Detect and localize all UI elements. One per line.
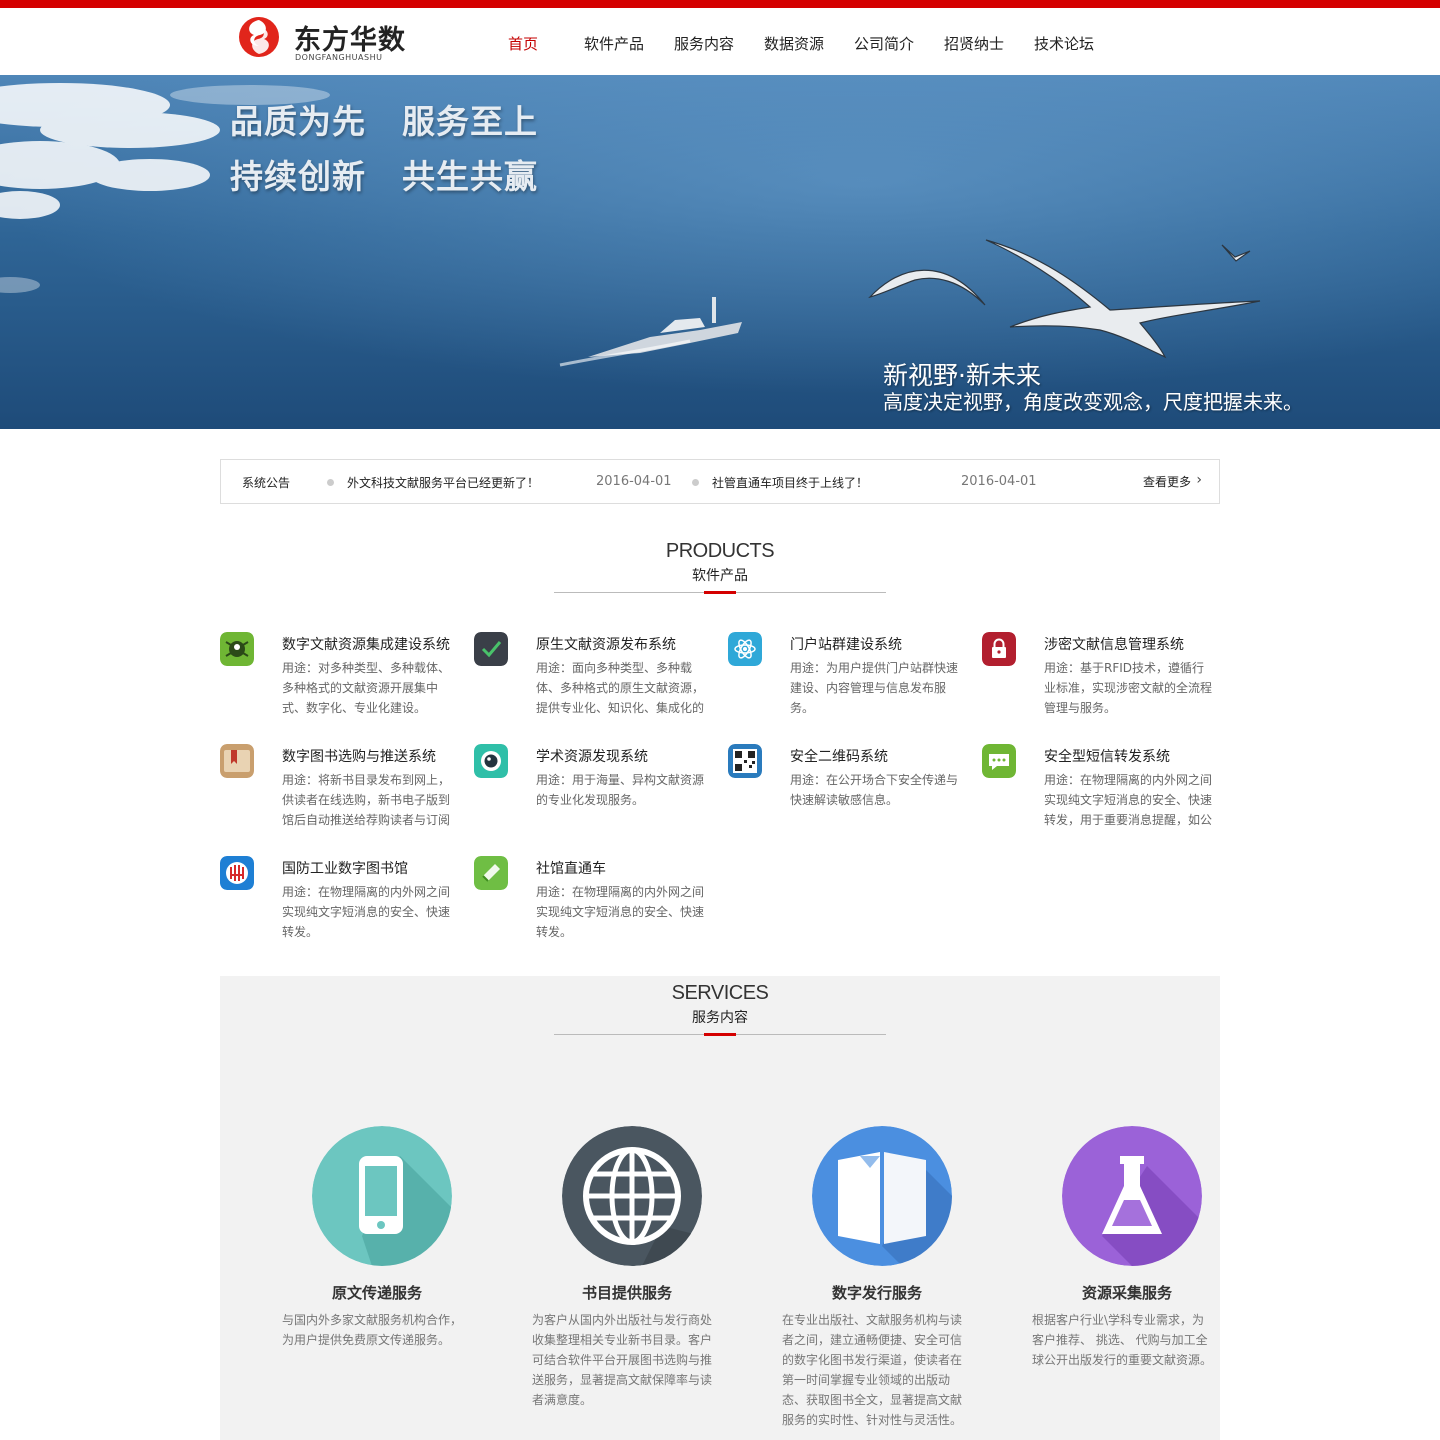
view-more-link[interactable]: 查看更多 [1143,473,1191,490]
product-desc: 用途：在物理隔离的内外网之间实现纯文字短消息的安全、快速转发，用于重要消息提醒，… [1044,773,1213,827]
nav-forum[interactable]: 技术论坛 [1034,33,1094,54]
atom-icon [728,632,762,666]
product-desc: 用途：对多种类型、多种载体、多种格式的文献资源开展集中式、数字化、专业化建设。 [282,661,451,715]
nav-home[interactable]: 首页 [508,33,538,54]
announcement-link-1[interactable]: 外文科技文献服务平台已经更新了！ [347,474,539,491]
product-desc: 用途：将新书目录发布到网上，供读者在线选购，新书电子版到馆后自动推送给荐购读者与… [282,773,451,827]
logo-swirl-icon [239,17,279,57]
product-title[interactable]: 国防工业数字图书馆 [282,858,408,878]
product-title[interactable]: 门户站群建设系统 [790,634,902,654]
transfer-icon [474,856,508,890]
nav-software-products[interactable]: 软件产品 [584,33,644,54]
product-card[interactable]: 门户站群建设系统 用途：为用户提供门户站群快速建设、内容管理与信息发布服务。 [728,632,978,732]
book-bookmark-icon [220,744,254,778]
top-accent-bar [0,0,1440,8]
announcement-bar: 系统公告 外文科技文献服务平台已经更新了！ 2016-04-01 社管直通车项目… [220,459,1220,504]
announcement-link-2[interactable]: 社管直通车项目终于上线了！ [712,474,868,491]
product-card[interactable]: 数字文献资源集成建设系统 用途：对多种类型、多种载体、多种格式的文献资源开展集中… [220,632,470,732]
product-desc: 用途：在物理隔离的内外网之间实现纯文字短消息的安全、快速转发。 [536,885,705,939]
product-desc: 用途：在物理隔离的内外网之间实现纯文字短消息的安全、快速转发。 [282,885,451,939]
banner-slogan-1: 品质为先 [230,102,366,141]
bullet-icon [327,479,334,486]
products-title-zh: 软件产品 [692,568,748,584]
open-book-icon [812,1126,952,1266]
library-logo-icon [220,856,254,890]
product-card[interactable]: 数字图书选购与推送系统 用途：将新书目录发布到网上，供读者在线选购，新书电子版到… [220,744,470,844]
product-title[interactable]: 安全型短信转发系统 [1044,746,1170,766]
banner-slogan-2: 服务至上 [402,102,538,141]
site-header: 东方华数 DONGFANGHUASHU 首页 软件产品 服务内容 数据资源 公司… [0,8,1440,74]
service-desc: 为客户从国内外出版社与发行商处收集整理相关专业新书目录。客户可结合软件平台开展图… [532,1313,713,1407]
qr-code-icon [728,744,762,778]
bullet-icon [692,479,699,486]
product-desc: 用途：基于RFID技术，遵循行业标准，实现涉密文献的全流程管理与服务。 [1044,661,1213,715]
hero-banner[interactable]: 品质为先 服务至上 持续创新 共生共赢 新视野·新未来 高度决定视野，角度改变观… [0,75,1440,429]
service-desc: 在专业出版社、文献服务机构与读者之间，建立通畅便捷、安全可信的数字化图书发行渠道… [782,1313,963,1427]
product-title[interactable]: 安全二维码系统 [790,746,888,766]
nav-careers[interactable]: 招贤纳士 [944,33,1004,54]
product-title[interactable]: 原生文献资源发布系统 [536,634,676,654]
site-logo[interactable]: 东方华数 DONGFANGHUASHU [238,16,408,68]
service-desc: 与国内外多家文献服务机构合作，为用户提供免费原文传递服务。 [282,1313,463,1347]
product-card[interactable]: 安全二维码系统 用途：在公开场合下安全传递与快速解读敏感信息。 [728,744,978,844]
announcement-date-1: 2016-04-01 [596,474,672,489]
service-title[interactable]: 书目提供服务 [532,1282,722,1303]
product-title[interactable]: 数字图书选购与推送系统 [282,746,436,766]
logo-name: 东方华数 [294,25,406,56]
bug-icon [220,632,254,666]
product-desc: 用途：为用户提供门户站群快速建设、内容管理与信息发布服务。 [790,661,959,715]
product-title[interactable]: 学术资源发现系统 [536,746,648,766]
services-heading: SERVICES 服务内容 [554,982,886,1036]
product-desc: 用途：用于海量、异构文献资源的专业化发现服务。 [536,773,705,807]
heading-accent [704,591,736,594]
leaf-check-icon [474,632,508,666]
service-title[interactable]: 数字发行服务 [782,1282,972,1303]
announcement-label: 系统公告 [242,476,291,490]
banner-slogan-4: 共生共赢 [402,157,538,196]
nav-services[interactable]: 服务内容 [674,33,734,54]
nav-data-resources[interactable]: 数据资源 [764,33,824,54]
lock-icon [982,632,1016,666]
product-title[interactable]: 涉密文献信息管理系统 [1044,634,1184,654]
nav-about[interactable]: 公司简介 [854,33,914,54]
product-card[interactable]: 安全型短信转发系统 用途：在物理隔离的内外网之间实现纯文字短消息的安全、快速转发… [982,744,1232,844]
heading-accent [704,1033,736,1036]
camera-lens-icon [474,744,508,778]
flask-icon [1062,1126,1202,1266]
ocean-scene-image [0,75,1440,429]
banner-slogan-3: 持续创新 [230,157,366,196]
products-heading: PRODUCTS 软件产品 [554,540,886,594]
products-title-en: PRODUCTS [665,540,775,562]
announcement-date-2: 2016-04-01 [961,474,1037,489]
product-card[interactable]: 国防工业数字图书馆 用途：在物理隔离的内外网之间实现纯文字短消息的安全、快速转发… [220,856,470,956]
product-card[interactable]: 学术资源发现系统 用途：用于海量、异构文献资源的专业化发现服务。 [474,744,724,844]
service-title[interactable]: 资源采集服务 [1032,1282,1222,1303]
banner-subline: 高度决定视野，角度改变观念，尺度把握未来。 [883,390,1303,414]
product-desc: 用途：在公开场合下安全传递与快速解读敏感信息。 [790,773,959,807]
logo-subtitle: DONGFANGHUASHU [295,53,383,62]
chevron-right-icon[interactable]: › [1196,472,1202,488]
service-title[interactable]: 原文传递服务 [282,1282,472,1303]
product-card[interactable]: 社馆直通车 用途：在物理隔离的内外网之间实现纯文字短消息的安全、快速转发。 [474,856,724,956]
globe-icon [562,1126,702,1266]
mobile-phone-icon [312,1126,452,1266]
product-desc: 用途：面向多种类型、多种载体、多种格式的原生文献资源，提供专业化、知识化、集成化… [536,661,705,715]
service-desc: 根据客户行业\学科专业需求，为客户推荐、 挑选、 代购与加工全球公开出版发行的重… [1032,1313,1213,1367]
services-section: SERVICES 服务内容 原文传递服务 与国内外多家文献服务机构合作，为用户提… [220,976,1220,1440]
chat-bubble-icon [982,744,1016,778]
product-card[interactable]: 原生文献资源发布系统 用途：面向多种类型、多种载体、多种格式的原生文献资源，提供… [474,632,724,732]
product-title[interactable]: 社馆直通车 [536,858,606,878]
services-title-zh: 服务内容 [692,1010,748,1026]
product-card[interactable]: 涉密文献信息管理系统 用途：基于RFID技术，遵循行业标准，实现涉密文献的全流程… [982,632,1232,732]
product-title[interactable]: 数字文献资源集成建设系统 [282,634,450,654]
services-title-en: SERVICES [671,982,769,1004]
